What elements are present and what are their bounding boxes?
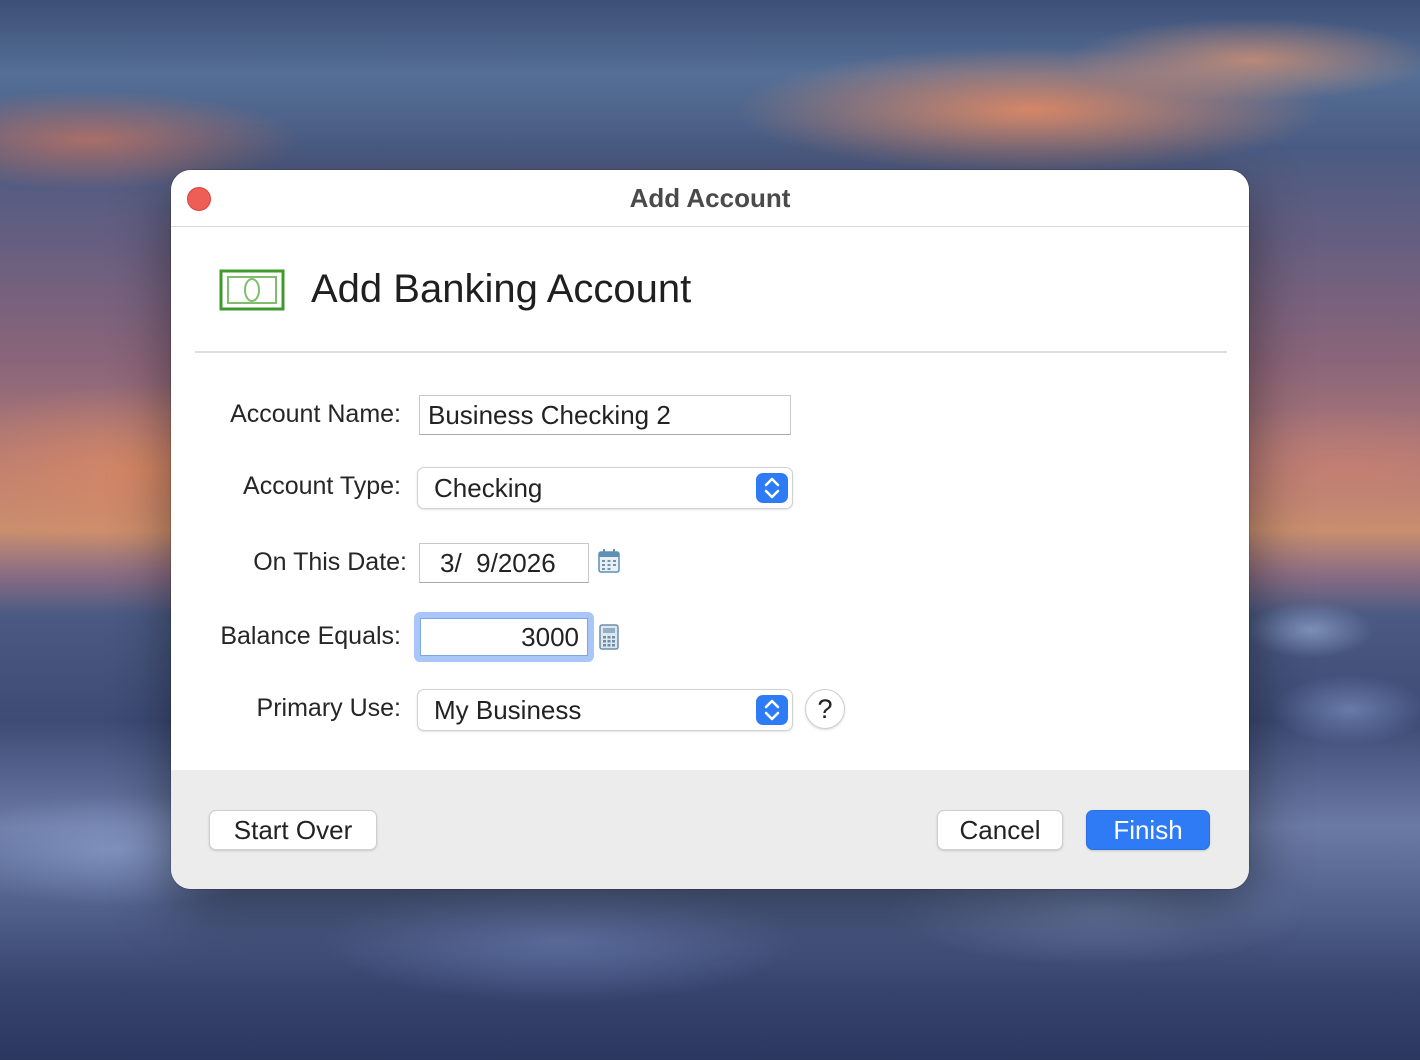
- account-type-label: Account Type:: [243, 472, 401, 500]
- primary-use-label: Primary Use:: [256, 694, 401, 722]
- calendar-icon[interactable]: [597, 548, 621, 574]
- finish-button[interactable]: Finish: [1086, 810, 1210, 850]
- dialog-heading: Add Banking Account: [311, 267, 692, 311]
- account-name-label: Account Name:: [230, 400, 401, 428]
- banknote-icon: [219, 269, 285, 311]
- calculator-icon[interactable]: [597, 624, 621, 650]
- balance-field[interactable]: 3000: [420, 618, 588, 656]
- dialog-footer: Start Over Cancel Finish: [171, 770, 1249, 889]
- account-name-field[interactable]: Business Checking 2: [419, 395, 791, 435]
- balance-label: Balance Equals:: [220, 622, 401, 650]
- title-bar: Add Account: [171, 170, 1249, 227]
- primary-use-select[interactable]: My Business: [417, 689, 793, 731]
- window-title: Add Account: [629, 183, 791, 213]
- add-account-dialog: Add Account Add Banking Account Account …: [171, 170, 1249, 889]
- account-type-value: Checking: [434, 473, 543, 503]
- cancel-button[interactable]: Cancel: [937, 810, 1063, 850]
- help-button[interactable]: ?: [805, 689, 845, 729]
- dialog-header: Add Banking Account: [195, 227, 1227, 353]
- primary-use-value: My Business: [434, 695, 582, 725]
- background-ice-floes: [1250, 600, 1420, 790]
- chevron-updown-icon: [756, 695, 788, 725]
- date-field[interactable]: 3/ 9/2026: [419, 543, 589, 583]
- account-type-select[interactable]: Checking: [417, 467, 793, 509]
- date-label: On This Date:: [253, 548, 407, 576]
- chevron-updown-icon: [756, 473, 788, 503]
- start-over-button[interactable]: Start Over: [209, 810, 377, 850]
